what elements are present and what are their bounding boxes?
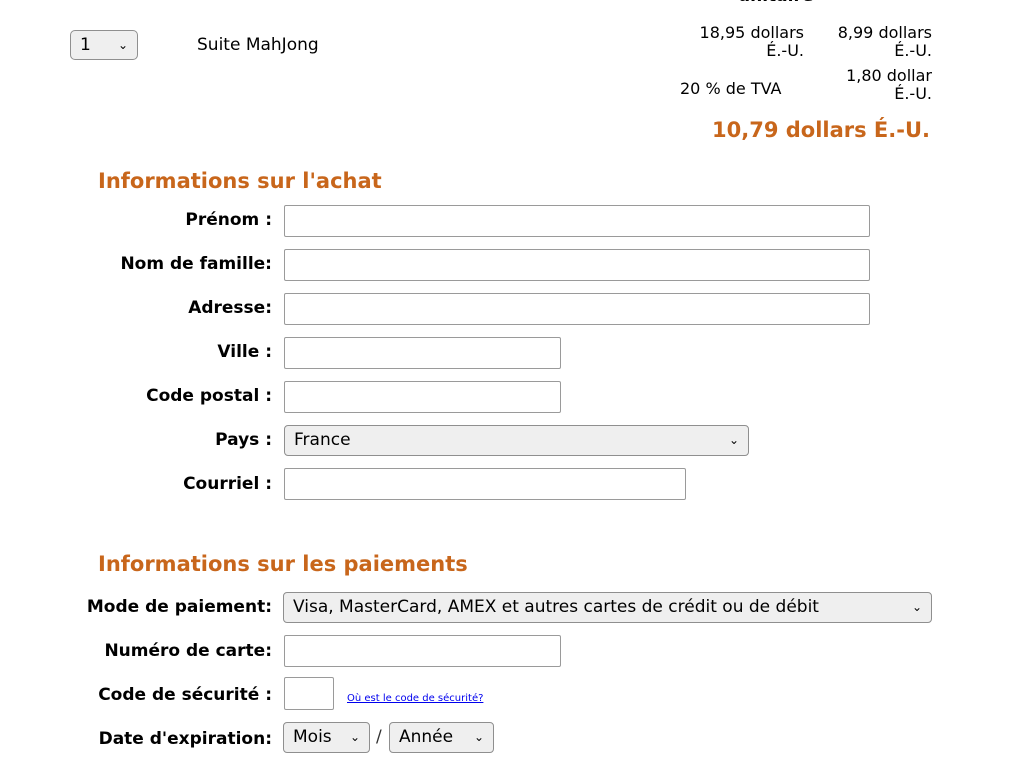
purchase-info-heading: Informations sur l'achat [98,169,382,193]
card-number-label: Numéro de carte: [104,641,272,661]
unit-price-amount: 8,99 dollars [837,23,932,42]
email-input[interactable] [284,468,686,500]
payment-info-heading: Informations sur les paiements [98,552,468,576]
original-price-amount: 18,95 dollars [699,23,804,42]
unit-price-column-header: unitaire [738,0,813,6]
chevron-down-icon: ⌄ [911,600,922,614]
expiry-month-value: Mois [293,727,332,747]
unit-price: 8,99 dollars É.-U. [800,24,932,60]
vat-label: 20 % de TVA [680,79,782,98]
email-label: Courriel : [183,474,272,494]
product-name: Suite MahJong [197,35,319,55]
quantity-value: 1 [80,35,91,55]
payment-method-label: Mode de paiement: [86,597,272,617]
security-code-label: Code de sécurité : [98,685,272,705]
original-price-currency: É.-U. [766,41,804,60]
city-label: Ville : [217,342,272,362]
postal-code-label: Code postal : [146,386,272,406]
quantity-select[interactable]: 1 ⌄ [70,30,138,60]
card-number-input[interactable] [284,635,561,667]
date-separator: / [376,727,382,747]
vat-amount-currency: É.-U. [894,84,932,103]
chevron-down-icon: ⌄ [349,730,360,744]
postal-code-input[interactable] [284,381,561,413]
expiry-year-select[interactable]: Année ⌄ [389,722,494,753]
expiry-date-label: Date d'expiration: [98,729,272,749]
order-total: 10,79 dollars É.-U. [712,118,930,142]
security-code-input[interactable] [284,677,334,710]
payment-method-select[interactable]: Visa, MasterCard, AMEX et autres cartes … [283,592,932,623]
first-name-input[interactable] [284,205,870,237]
payment-method-value: Visa, MasterCard, AMEX et autres cartes … [293,597,819,617]
original-price: 18,95 dollars É.-U. [660,24,804,60]
expiry-year-value: Année [399,727,454,747]
chevron-down-icon: ⌄ [728,433,739,447]
expiry-month-select[interactable]: Mois ⌄ [283,722,370,753]
address-label: Adresse: [188,298,272,318]
vat-amount: 1,80 dollar É.-U. [800,67,932,103]
vat-amount-value: 1,80 dollar [846,66,932,85]
chevron-down-icon: ⌄ [473,730,484,744]
country-value: France [294,430,351,450]
first-name-label: Prénom : [185,210,272,230]
last-name-input[interactable] [284,249,870,281]
last-name-label: Nom de famille: [120,254,272,274]
address-input[interactable] [284,293,870,325]
country-select[interactable]: France ⌄ [284,425,749,456]
country-label: Pays : [215,430,272,450]
security-code-help-link[interactable]: Où est le code de sécurité? [347,693,483,704]
city-input[interactable] [284,337,561,369]
unit-price-currency: É.-U. [894,41,932,60]
chevron-down-icon: ⌄ [117,38,128,52]
